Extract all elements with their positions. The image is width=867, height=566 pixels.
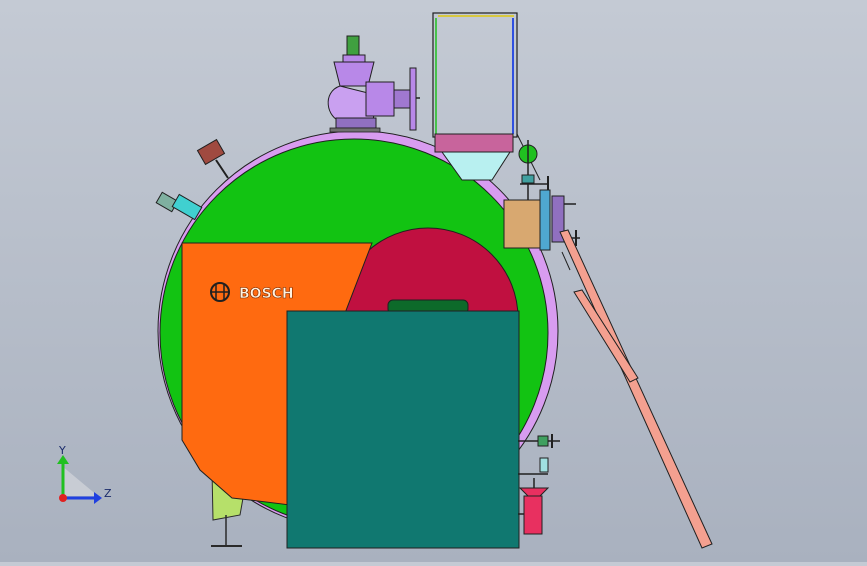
- boiler-assembly-drawing: BOSCH Y Z: [57, 12, 713, 549]
- brand-label: BOSCH: [239, 286, 294, 302]
- axis-triad: Y Z: [57, 444, 112, 504]
- pressure-nozzle: [196, 138, 229, 179]
- axis-label-z: Z: [104, 487, 112, 500]
- brand-logo: BOSCH: [210, 282, 294, 302]
- axis-label-y: Y: [58, 444, 66, 457]
- inspection-nozzle: [155, 191, 203, 221]
- cad-viewport[interactable]: BOSCH Y Z: [0, 0, 867, 562]
- blowdown-valve: [518, 478, 550, 535]
- safety-valve: [327, 35, 420, 133]
- burner-housing: [286, 310, 520, 549]
- access-ladder: [559, 229, 713, 549]
